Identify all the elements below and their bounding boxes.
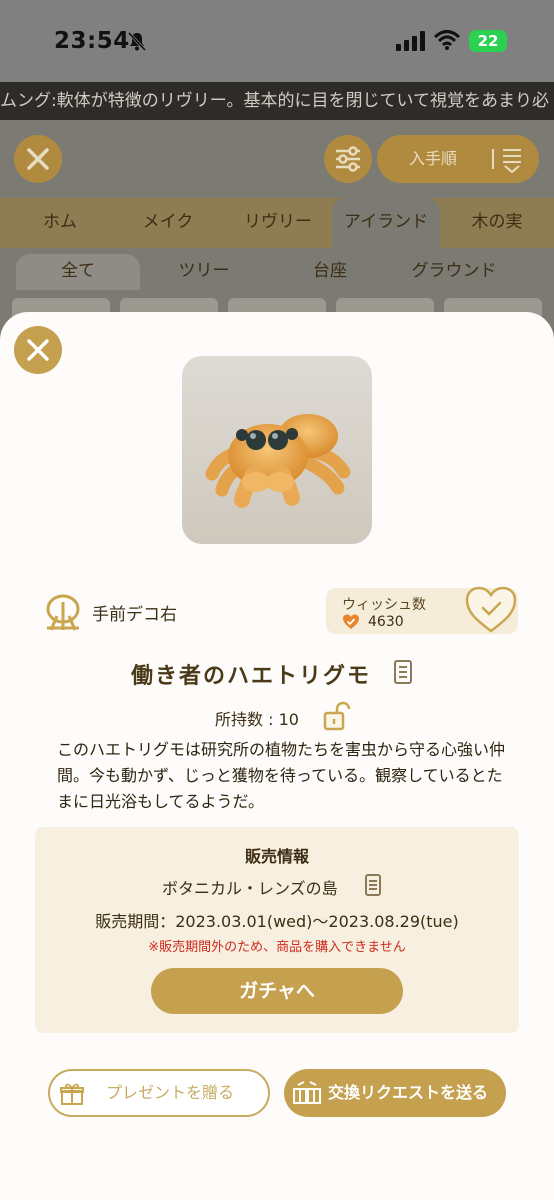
status-bar: 23:54 22 <box>0 0 554 82</box>
tab-livly[interactable]: リヴリー <box>222 198 334 248</box>
sale-period: 販売期間：2023.03.01(wed)〜2023.08.29(tue) <box>95 912 459 931</box>
trade-request-button[interactable]: 交換リクエストを送る <box>284 1069 506 1117</box>
heart-check-icon <box>343 614 359 629</box>
item-name: 働き者のハエトリグモ <box>130 664 371 689</box>
send-present-button[interactable]: プレゼントを贈る <box>48 1069 270 1117</box>
close-icon <box>27 339 49 361</box>
subtab-ground[interactable]: グラウンド <box>392 254 516 290</box>
decoration-position-label: 手前デコ右 <box>92 605 177 625</box>
sale-info-title: 販売情報 <box>244 847 309 866</box>
signal-icon <box>396 31 425 51</box>
wish-heart-button[interactable] <box>464 585 518 635</box>
copy-icon[interactable] <box>393 659 413 685</box>
tab-island[interactable]: アイランド <box>332 198 440 248</box>
unlock-icon[interactable] <box>323 701 353 731</box>
bell-muted-icon <box>127 31 147 52</box>
sort-order-button[interactable]: 入手順 <box>377 135 539 183</box>
tab-home[interactable]: ホム <box>0 198 120 248</box>
battery-indicator: 22 <box>469 30 507 52</box>
copy-icon[interactable] <box>364 873 382 897</box>
status-time: 23:54 <box>54 28 130 54</box>
trade-gift-icon <box>293 1081 321 1104</box>
close-button[interactable] <box>14 135 62 183</box>
item-image <box>182 356 372 544</box>
tab-make[interactable]: メイク <box>110 198 226 248</box>
tab-nuts[interactable]: 木の実 <box>440 198 554 248</box>
wish-count-value: 4630 <box>368 614 404 630</box>
sort-direction-icon <box>503 149 521 173</box>
item-description: このハエトリグモは研究所の植物たちを害虫から守る心強い仲間。今も動かず、じっと獲… <box>57 740 506 811</box>
sheet-close-button[interactable] <box>14 326 62 374</box>
wish-count-title: ウィッシュ数 <box>342 597 426 613</box>
subtab-pedestal[interactable]: 台座 <box>268 254 392 290</box>
close-icon <box>27 148 49 170</box>
gift-icon <box>60 1083 84 1105</box>
subtab-tree[interactable]: ツリー <box>142 254 266 290</box>
sliders-icon <box>336 146 360 172</box>
decoration-position-icon <box>46 594 80 631</box>
sort-divider <box>492 149 494 169</box>
send-present-label: プレゼントを贈る <box>106 1083 235 1102</box>
owned-count: 所持数 : 10 <box>215 710 299 729</box>
wifi-icon <box>434 30 460 50</box>
filter-button[interactable] <box>324 135 372 183</box>
sale-warning: ※販売期間外のため、商品を購入できません <box>148 940 406 955</box>
jumping-spider-illustration <box>205 414 351 508</box>
subtab-all[interactable]: 全て <box>16 254 140 290</box>
sort-label: 入手順 <box>409 149 458 168</box>
trade-request-label: 交換リクエストを送る <box>328 1083 489 1102</box>
gacha-button[interactable]: ガチャへ <box>151 968 403 1014</box>
news-ticker: ムング:軟体が特徴のリヴリー。基本的に目を閉じていて視覚をあまり必 <box>0 82 554 120</box>
sale-place: ボタニカル・レンズの島 <box>162 879 338 898</box>
